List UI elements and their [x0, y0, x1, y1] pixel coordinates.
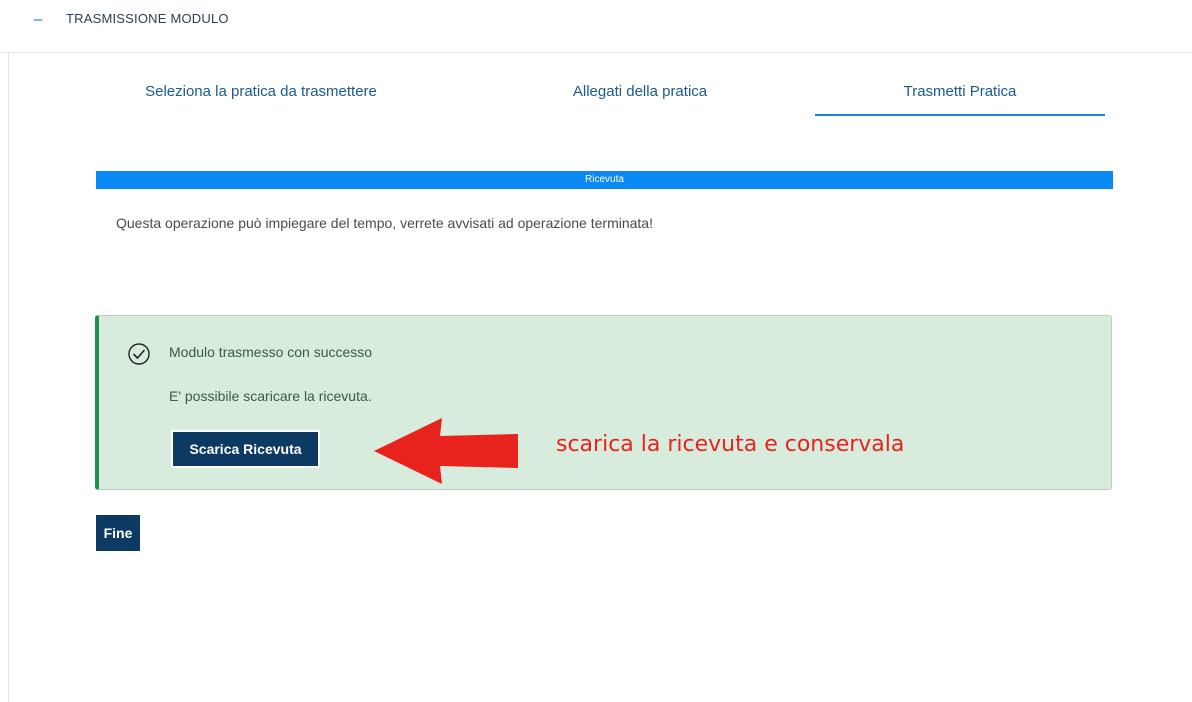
tab-allegati-pratica[interactable]: Allegati della pratica	[470, 78, 810, 114]
check-circle-icon	[128, 343, 150, 365]
operation-notice: Questa operazione può impiegare del temp…	[116, 215, 653, 231]
fine-button[interactable]: Fine	[96, 515, 140, 551]
download-receipt-button[interactable]: Scarica Ricevuta	[171, 430, 320, 468]
annotation-text: scarica la ricevuta e conservala	[556, 432, 905, 457]
alert-title: Modulo trasmesso con successo	[169, 344, 373, 360]
section-header: – TRASMISSIONE MODULO	[0, 0, 1192, 53]
minus-icon[interactable]: –	[30, 12, 46, 28]
success-alert: Modulo trasmesso con successo E' possibi…	[95, 315, 1112, 490]
alert-text: E' possibile scaricare la ricevuta.	[169, 388, 372, 404]
arrow-left-icon	[374, 418, 518, 484]
progress-bar: Ricevuta	[96, 171, 1113, 189]
wizard-steps: Seleziona la pratica da trasmettere Alle…	[88, 78, 1106, 116]
section-title: TRASMISSIONE MODULO	[66, 11, 229, 26]
tab-seleziona-pratica[interactable]: Seleziona la pratica da trasmettere	[88, 78, 434, 114]
tab-trasmetti-pratica[interactable]: Trasmetti Pratica	[815, 78, 1105, 116]
